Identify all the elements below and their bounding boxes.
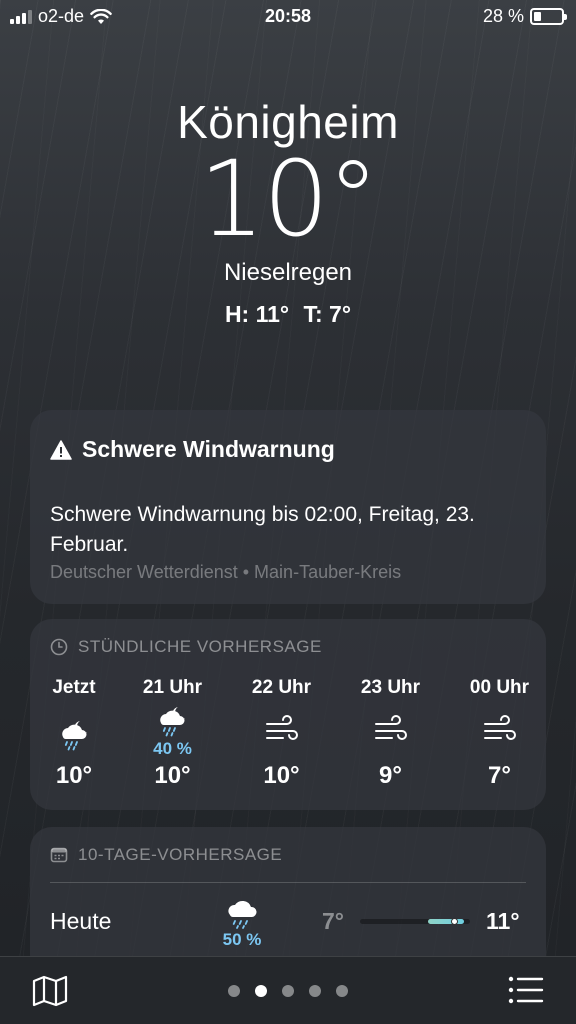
low-temp: T: 7°: [303, 301, 352, 327]
high-temp: H: 11°: [224, 301, 290, 327]
day-high-temp: 11°: [486, 908, 520, 934]
page-dot[interactable]: [309, 985, 321, 997]
current-weather: Königheim 10° Nieselregen H: 11° T: 7°: [0, 95, 576, 328]
temperature-range-bar: [360, 918, 470, 925]
hour-item: 23 Uhr 9°: [336, 677, 445, 797]
hourly-forecast-card[interactable]: STÜNDLICHE VORHERSAGE Jetzt 10° 21 Uhr 4…: [30, 619, 546, 810]
ten-day-heading-label: 10-TAGE-VORHERSAGE: [78, 845, 283, 864]
battery-percent: 28 %: [482, 6, 524, 26]
hour-item: 00 Uhr 7°: [445, 677, 554, 797]
hour-label: 22 Uhr: [251, 677, 312, 698]
night-cloud-drizzle-icon: [62, 721, 87, 751]
page-dot[interactable]: [336, 985, 348, 997]
warning-text: Schwere Windwarnung bis 02:00, Freitag, …: [50, 503, 475, 556]
hourly-heading: STÜNDLICHE VORHERSAGE: [50, 637, 322, 657]
page-indicator[interactable]: [0, 985, 576, 997]
hour-label: 23 Uhr: [360, 677, 421, 698]
page-dot[interactable]: [228, 985, 240, 997]
page-dot-current[interactable]: [255, 985, 267, 997]
wind-icon: [266, 715, 298, 740]
hourly-heading-label: STÜNDLICHE VORHERSAGE: [78, 637, 322, 656]
warning-triangle-icon: [50, 439, 72, 460]
bottom-toolbar: [0, 956, 576, 1024]
status-bar: o2-de 20:58 28 %: [0, 0, 576, 34]
hour-item: 22 Uhr 10°: [227, 677, 336, 797]
divider: [50, 882, 526, 883]
ten-day-forecast-card[interactable]: 10-TAGE-VORHERSAGE Heute 50 % 7° 11°: [30, 827, 546, 977]
wind-icon: [375, 715, 407, 740]
range-fill: [428, 919, 465, 924]
hour-temp: 10°: [55, 762, 93, 789]
hour-item: 21 Uhr 40 % 10°: [118, 677, 227, 797]
calendar-icon: [50, 847, 68, 863]
hour-temp: 7°: [488, 762, 511, 789]
weather-warning-card[interactable]: Schwere Windwarnung Schwere Windwarnung …: [30, 410, 546, 604]
hour-precip: 40 %: [153, 739, 192, 758]
hour-label: Jetzt: [52, 677, 96, 698]
hour-temp: 10°: [154, 762, 191, 789]
clock-icon: [50, 638, 68, 656]
warning-title-row: Schwere Windwarnung: [50, 436, 335, 463]
day-name: Heute: [50, 908, 112, 934]
wind-icon: [484, 715, 516, 740]
condition-label: Nieselregen: [223, 259, 353, 286]
hour-temp: 9°: [379, 762, 402, 789]
hour-label: 21 Uhr: [142, 677, 203, 698]
warning-source: Deutscher Wetterdienst • Main-Tauber-Kre…: [50, 562, 402, 582]
high-low: H: 11° T: 7°: [0, 301, 576, 328]
warning-title: Schwere Windwarnung: [82, 436, 335, 462]
hour-label: 00 Uhr: [469, 677, 530, 698]
page-dot[interactable]: [282, 985, 294, 997]
day-precip: 50 %: [222, 930, 262, 949]
hourly-list[interactable]: Jetzt 10° 21 Uhr 40 % 10° 22 Uhr 10° 23 …: [30, 677, 546, 797]
night-cloud-drizzle-icon: [160, 707, 185, 737]
cloud-rain-icon: [228, 900, 257, 929]
hour-temp: 10°: [263, 762, 300, 789]
ten-day-heading: 10-TAGE-VORHERSAGE: [50, 845, 282, 865]
hour-item: Jetzt 10°: [30, 677, 118, 797]
current-temperature: 10°: [198, 138, 379, 260]
day-low-temp: 7°: [322, 908, 344, 934]
list-icon[interactable]: [508, 975, 544, 1005]
battery-icon: [530, 8, 567, 25]
